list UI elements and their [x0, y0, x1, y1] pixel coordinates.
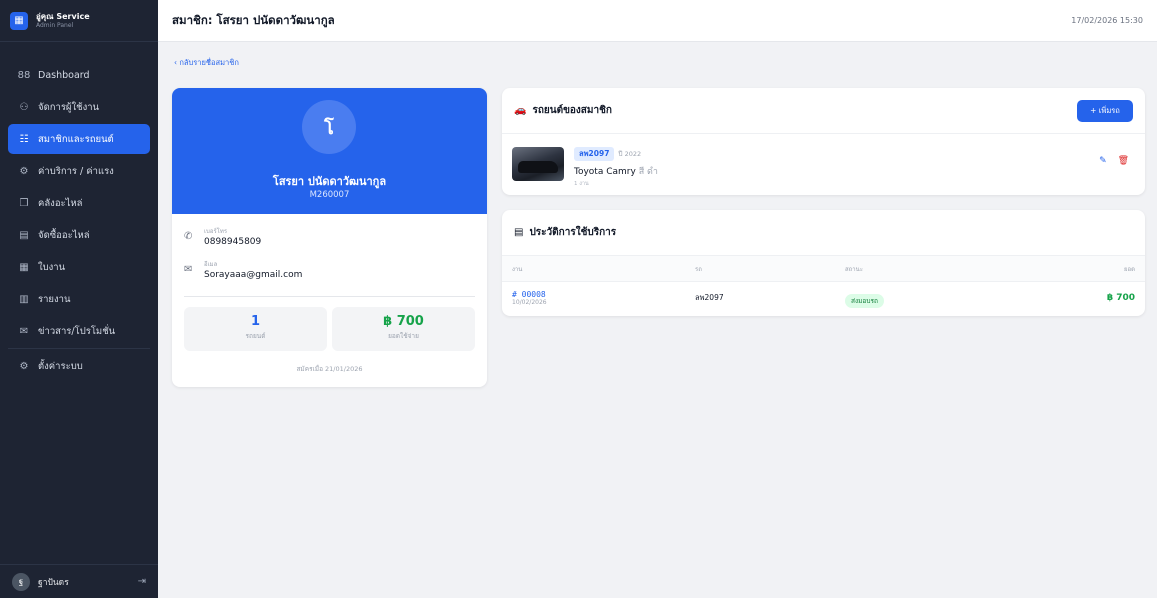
status-badge: ส่งมอบรถ [845, 294, 884, 308]
mail-icon: ✉ [184, 264, 193, 275]
vehicles-title: 🚗 รถยนต์ของสมาชิก [514, 103, 1077, 118]
gear-icon: ⚙ [19, 360, 29, 372]
sidebar-user: ฐ ฐาปันดร ⇥ [0, 564, 158, 598]
grid-icon: 88 [17, 69, 31, 81]
edit-icon[interactable]: ✎ [1099, 156, 1107, 166]
page-title: สมาชิก: โสรยา ปนัดดาวัฒนากูล [172, 12, 335, 27]
table-row[interactable]: # 00008 10/02/2026 ลพ2097 ส่งมอบรถ ฿ 700 [502, 282, 1145, 314]
sidebar-item-label: คลังอะไหล่ [38, 197, 83, 209]
cars-label: รถยนต์ [245, 332, 266, 340]
car-photo [512, 147, 564, 181]
column-header: สถานะ [845, 265, 863, 273]
brand-name: อู่คุณ Service [36, 11, 90, 21]
building-icon: ▦ [10, 11, 28, 30]
brand[interactable]: ▦ อู่คุณ Service Admin Panel [0, 0, 158, 42]
spent-label: ยอดใช้จ่าย [388, 332, 419, 340]
vehicle-year: ปี 2022 [618, 149, 642, 158]
column-header: รถ [695, 265, 702, 273]
box-icon: ❒ [19, 197, 29, 209]
column-header: ยอด [1123, 265, 1135, 273]
member-code: M260007 [309, 190, 350, 200]
add-car-button[interactable]: + เพิ่มรถ [1077, 99, 1133, 122]
megaphone-icon: ✉ [19, 325, 29, 337]
clipboard-icon: ▦ [19, 261, 29, 273]
cars-stat: 1 รถยนต์ [184, 307, 327, 351]
sidebar-item-inventory[interactable]: ❒ คลังอะไหล่ [8, 188, 150, 218]
car-icon: 🚗 [514, 105, 527, 116]
phone-row: ✆ เบอร์โทร 0898945809 [184, 228, 261, 248]
phone-icon: ✆ [184, 231, 193, 242]
email-value: Sorayaaa@gmail.com [204, 270, 303, 280]
sidebar-item-label: จัดการผู้ใช้งาน [38, 101, 100, 113]
trash-icon[interactable]: 🗑 [1118, 156, 1129, 166]
member-name: โสรยา ปนัดดาวัฒนากูล [272, 175, 387, 188]
datetime: 17/02/2026 15:30 [1071, 16, 1143, 25]
avatar: โ [302, 100, 356, 154]
sidebar-item-label: Dashboard [38, 69, 90, 81]
sidebar-item-services[interactable]: ⚙ ค่าบริการ / ค่าแรง [8, 156, 150, 186]
user-icon: ⚇ [19, 101, 29, 113]
service-icon: ⚙ [19, 165, 29, 177]
nav-divider [8, 348, 150, 349]
total-spent: ฿ 700 [383, 314, 424, 329]
sidebar-nav: 88 Dashboard ⚇ จัดการผู้ใช้งาน ☷ สมาชิกแ… [0, 58, 158, 383]
job-amount: ฿ 700 [1106, 293, 1135, 303]
user-name: ฐาปันดร [38, 577, 69, 588]
sidebar-item-label: ข่าวสาร/โปรโมชั่น [38, 325, 116, 337]
vehicle-jobs: 1 งาน [574, 180, 589, 187]
sidebar-item-label: สมาชิกและรถยนต์ [38, 133, 114, 145]
sidebar-item-label: รายงาน [38, 293, 71, 305]
sidebar-item-dashboard[interactable]: 88 Dashboard [8, 60, 150, 90]
sidebar-item-purchasing[interactable]: ▤ จัดซื้ออะไหล่ [8, 220, 150, 250]
vehicles-header: 🚗 รถยนต์ของสมาชิก + เพิ่มรถ [502, 88, 1145, 134]
service-history-card: ▤ ประวัติการใช้บริการ งาน รถ สถานะ ยอด # … [502, 210, 1145, 316]
email-row: ✉ อีเมล Sorayaaa@gmail.com [184, 261, 302, 281]
sidebar-item-label: ตั้งค่าระบบ [38, 360, 83, 372]
sidebar-item-label: ค่าบริการ / ค่าแรง [38, 165, 114, 177]
job-plate: ลพ2097 [695, 293, 724, 302]
sidebar-item-label: จัดซื้ออะไหล่ [38, 229, 90, 241]
sidebar-item-members[interactable]: ☷ สมาชิกและรถยนต์ [8, 124, 150, 154]
history-title-text: ประวัติการใช้บริการ [529, 227, 617, 238]
vehicle-plate: ลพ2097 [574, 146, 615, 161]
sidebar-item-jobs[interactable]: ▦ ใบงาน [8, 252, 150, 282]
email-label: อีเมล [204, 261, 218, 268]
sidebar-item-reports[interactable]: ▥ รายงาน [8, 284, 150, 314]
back-to-members-link[interactable]: ‹ กลับรายชื่อสมาชิก [174, 57, 239, 69]
phone-label: เบอร์โทร [204, 228, 228, 235]
sidebar: ▦ อู่คุณ Service Admin Panel 88 Dashboar… [0, 0, 158, 598]
clipboard-icon: ▤ [514, 227, 524, 238]
column-header: งาน [512, 265, 523, 273]
history-title: ▤ ประวัติการใช้บริการ [514, 225, 1133, 240]
sidebar-item-label: ใบงาน [38, 261, 66, 273]
top-bar: สมาชิก: โสรยา ปนัดดาวัฒนากูล 17/02/2026 … [158, 0, 1157, 42]
job-number-link[interactable]: # 00008 [512, 290, 695, 299]
vehicles-card: 🚗 รถยนต์ของสมาชิก + เพิ่มรถ ลพ2097 ปี 2022… [502, 88, 1145, 195]
history-header: ▤ ประวัติการใช้บริการ [502, 210, 1145, 256]
job-date: 10/02/2026 [512, 299, 547, 306]
bar-chart-icon: ▥ [19, 293, 29, 305]
joined-date: สมัครเมื่อ 21/01/2026 [296, 365, 363, 373]
vehicle-actions: ✎ 🗑 [1099, 156, 1129, 166]
brand-subtitle: Admin Panel [36, 21, 74, 29]
sidebar-item-settings[interactable]: ⚙ ตั้งค่าระบบ [8, 351, 150, 381]
profile-header: โ โสรยา ปนัดดาวัฒนากูล M260007 [172, 88, 487, 214]
vehicle-color: สี ดำ [638, 166, 658, 177]
cars-count: 1 [250, 314, 261, 329]
avatar: ฐ [12, 572, 30, 591]
logout-icon[interactable]: ⇥ [138, 576, 146, 587]
member-profile-card: โ โสรยา ปนัดดาวัฒนากูล M260007 ✆ เบอร์โท… [172, 88, 487, 387]
vehicle-model: Toyota Camry [574, 166, 636, 177]
spent-stat: ฿ 700 ยอดใช้จ่าย [332, 307, 475, 351]
sidebar-item-users[interactable]: ⚇ จัดการผู้ใช้งาน [8, 92, 150, 122]
members-icon: ☷ [19, 133, 29, 145]
history-columns: งาน รถ สถานะ ยอด [502, 256, 1145, 282]
divider [184, 296, 475, 297]
document-icon: ▤ [19, 229, 29, 241]
phone-value: 0898945809 [204, 237, 262, 247]
vehicle-row[interactable]: ลพ2097 ปี 2022 Toyota Camry สี ดำ 1 งาน ✎… [502, 134, 1145, 194]
vehicles-title-text: รถยนต์ของสมาชิก [532, 105, 612, 116]
sidebar-item-news[interactable]: ✉ ข่าวสาร/โปรโมชั่น [8, 316, 150, 346]
